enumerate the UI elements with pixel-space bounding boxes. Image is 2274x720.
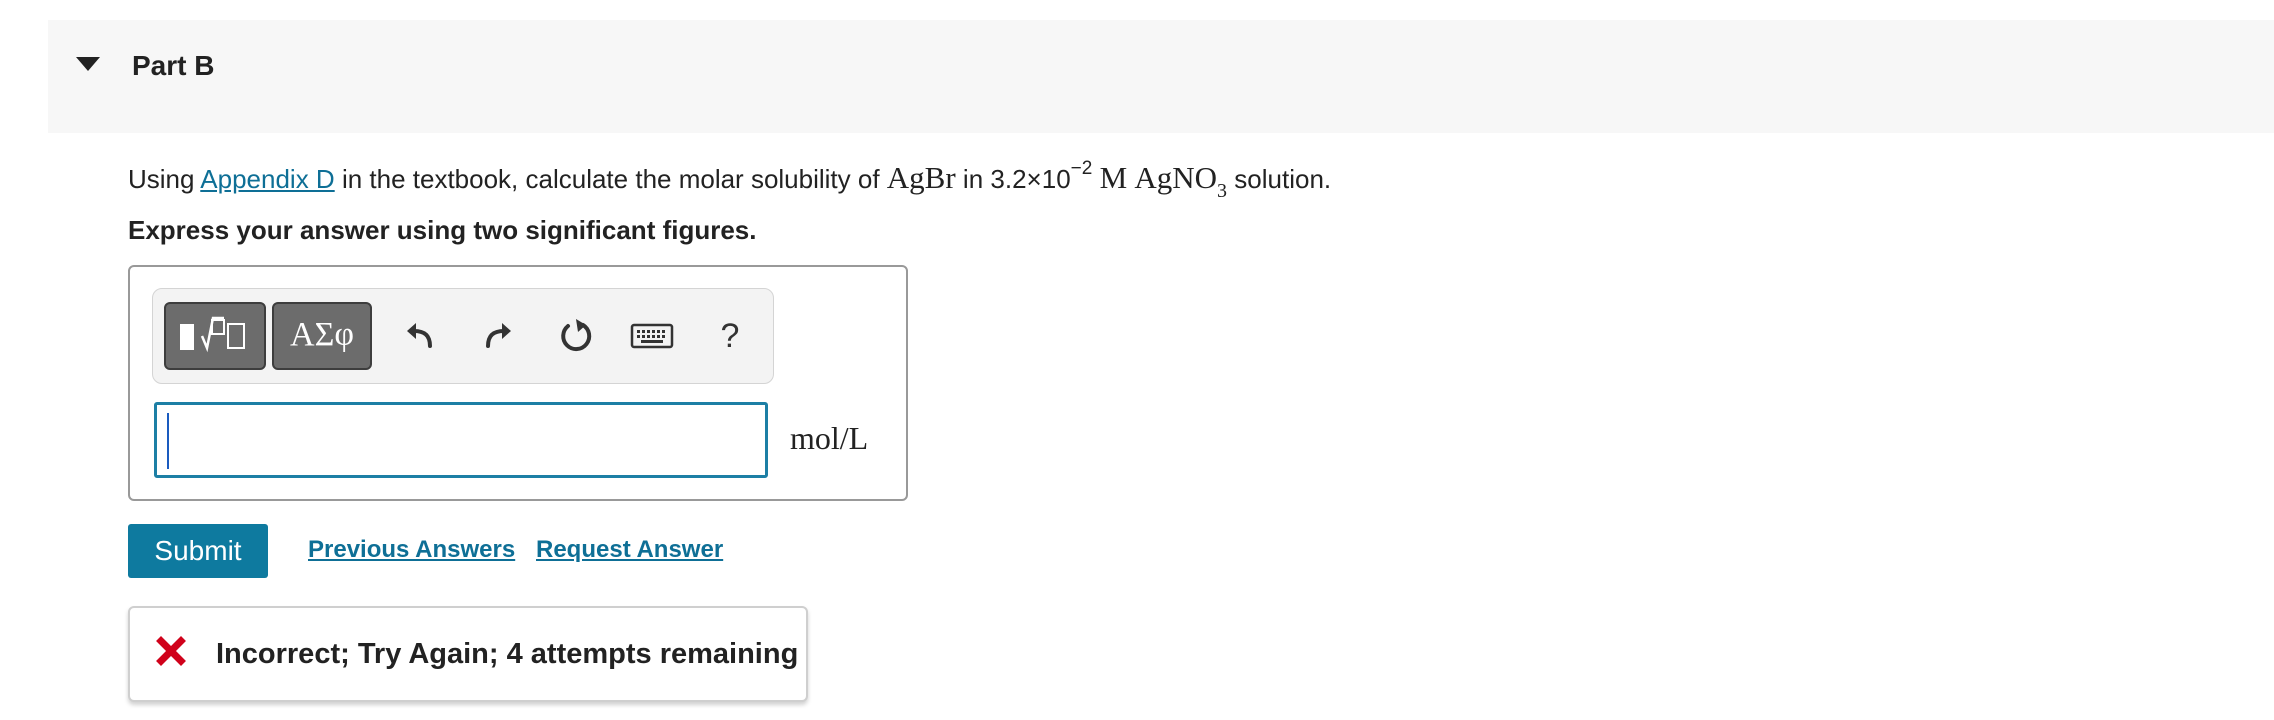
templates-icon xyxy=(180,316,245,353)
answer-unit: mol/L xyxy=(790,420,869,456)
greek-symbols-button[interactable]: ΑΣφ xyxy=(272,302,372,370)
collapse-caret-icon[interactable] xyxy=(76,57,100,71)
compound-agbr: AgBr xyxy=(886,160,956,195)
part-title: Part B xyxy=(132,50,215,81)
reset-button[interactable] xyxy=(552,312,600,360)
reagent-agno3: AgNO3 xyxy=(1134,160,1228,203)
keyboard-icon xyxy=(630,323,674,349)
incorrect-x-icon xyxy=(156,636,186,666)
request-answer-link[interactable]: Request Answer xyxy=(536,536,723,564)
part-header[interactable] xyxy=(48,20,2274,133)
reset-icon xyxy=(561,319,592,352)
answer-input[interactable] xyxy=(154,402,768,478)
undo-icon xyxy=(407,323,432,348)
redo-icon xyxy=(486,323,511,348)
text-cursor xyxy=(167,413,169,469)
concentration: 3.2×10−2 xyxy=(990,158,1093,194)
help-button[interactable]: ? xyxy=(706,312,754,360)
question-text: Using Appendix D in the textbook, calcul… xyxy=(128,158,1332,203)
templates-button[interactable] xyxy=(164,302,266,370)
feedback-message: Incorrect; Try Again; 4 attempts remaini… xyxy=(216,638,799,670)
submit-button[interactable]: Submit xyxy=(128,524,268,578)
previous-answers-link[interactable]: Previous Answers xyxy=(308,536,515,564)
instruction-text: Express your answer using two significan… xyxy=(128,215,757,245)
undo-button[interactable] xyxy=(396,312,444,360)
appendix-d-link[interactable]: Appendix D xyxy=(200,164,334,194)
redo-button[interactable] xyxy=(474,312,522,360)
keyboard-button[interactable] xyxy=(628,312,676,360)
molar-unit: M xyxy=(1099,160,1128,195)
